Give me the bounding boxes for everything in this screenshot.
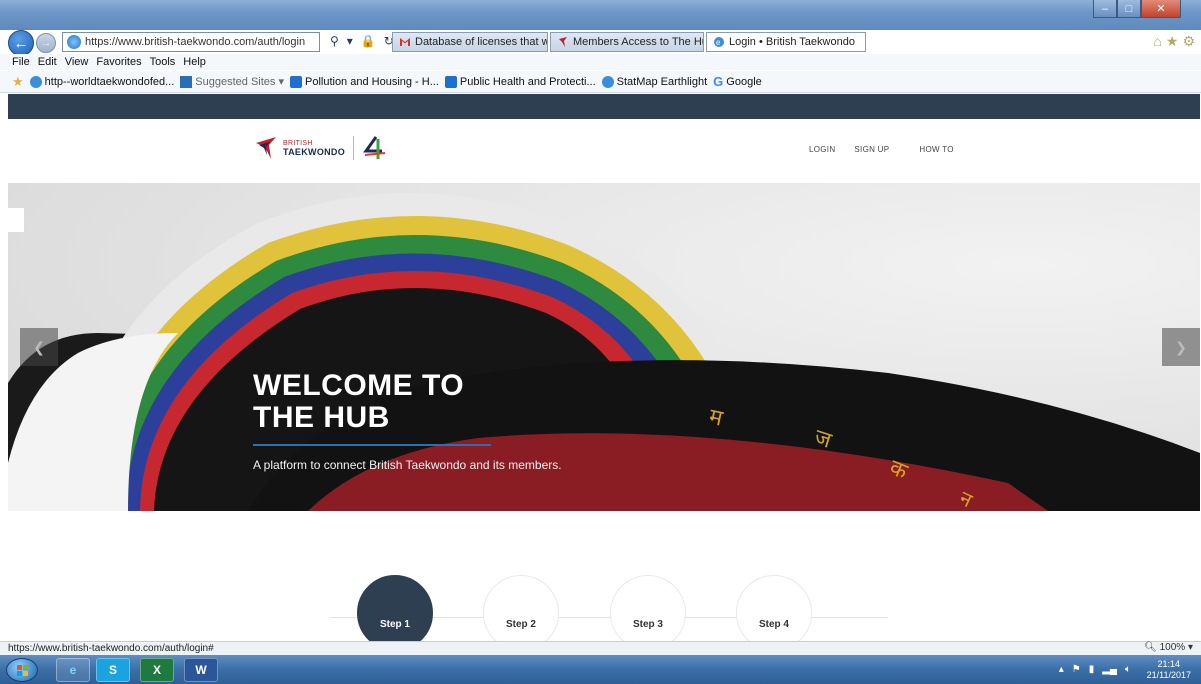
google-icon: G (713, 74, 724, 89)
step-2[interactable]: Step 2 (483, 575, 559, 651)
menu-favorites[interactable]: Favorites (96, 56, 141, 68)
tab-gmail[interactable]: Database of licenses that were... (392, 32, 548, 52)
step-1[interactable]: Step 1 (357, 575, 433, 651)
network-icon[interactable]: ▂▄ (1102, 664, 1117, 675)
chevron-up-icon[interactable]: ▴ (1059, 664, 1064, 675)
tab-login[interactable]: e Login • British Taekwondo × (706, 32, 866, 52)
window-titlebar: – □ ✕ (0, 0, 1201, 30)
taskbar-ie[interactable]: e (56, 658, 90, 682)
sharepoint-icon (289, 75, 302, 88)
forward-button[interactable]: → (36, 33, 56, 53)
start-button[interactable] (6, 658, 38, 682)
flag-icon[interactable]: ⚑ (1072, 664, 1081, 675)
taskbar-clock[interactable]: 21:14 21/11/2017 (1147, 659, 1191, 681)
taskbar-word[interactable]: W (184, 658, 218, 682)
minimize-button[interactable]: – (1093, 0, 1117, 18)
british-taekwondo-icon (559, 37, 567, 47)
favorite-item[interactable]: StatMap Earthlight (601, 75, 707, 88)
hero-subtitle: A platform to connect British Taekwondo … (253, 458, 562, 472)
back-button[interactable]: ← (8, 30, 34, 56)
window-controls: – □ ✕ (1093, 0, 1181, 18)
address-url: https://www.british-taekwondo.com/auth/l… (85, 36, 306, 48)
system-tray: ▴ ⚑ ▮ ▂▄ 🔈︎ (1059, 664, 1131, 675)
favorite-item[interactable]: Suggested Sites ▾ (180, 75, 284, 88)
menu-bar: File Edit View Favorites Tools Help (0, 54, 1201, 70)
search-icon[interactable]: ⚲ (330, 34, 339, 48)
site-header (8, 119, 1200, 183)
ie-icon (67, 35, 81, 49)
ie-icon (601, 75, 614, 88)
menu-tools[interactable]: Tools (150, 56, 176, 68)
sharepoint-icon (444, 75, 457, 88)
step-4[interactable]: Step 4 (736, 575, 812, 651)
word-icon: W (195, 663, 207, 677)
site-logo[interactable]: BRITISH TAEKWONDO (255, 135, 388, 161)
chevron-down-icon[interactable]: ▾ (347, 34, 353, 48)
taskbar-excel[interactable]: X (140, 658, 174, 682)
skype-icon: S (108, 663, 117, 677)
nav-how-to[interactable]: HOW TO (919, 145, 953, 154)
chevron-left-icon: ❮ (33, 338, 45, 355)
zoom-icon: 🔍︎ (1144, 642, 1157, 653)
ie-icon: e (69, 663, 77, 677)
windows-logo-icon (17, 665, 28, 676)
home-icon[interactable]: ⌂ (1153, 33, 1161, 50)
british-taekwondo-logo-icon (256, 137, 276, 159)
suggested-sites-icon (180, 75, 193, 88)
star-icon[interactable]: ★ (1166, 33, 1179, 50)
menu-file[interactable]: File (12, 56, 30, 68)
ie-icon (29, 75, 42, 88)
favorites-star-icon[interactable]: ★ (12, 74, 24, 90)
slider-next-button[interactable]: ❯ (1162, 328, 1200, 366)
favorites-bar: ★ http--worldtaekwondofed... Suggested S… (0, 71, 1201, 93)
maximize-button[interactable]: □ (1117, 0, 1141, 18)
arrow-left-icon: ← (13, 34, 29, 52)
gear-icon[interactable]: ⚙ (1182, 33, 1195, 50)
nav-login[interactable]: LOGIN (809, 145, 835, 154)
favorite-item[interactable]: G Google (713, 74, 762, 89)
menu-view[interactable]: View (65, 56, 89, 68)
site-nav: LOGIN SIGN UP HOW TO (809, 145, 954, 154)
status-bar: https://www.british-taekwondo.com/auth/l… (0, 641, 1201, 655)
window-close-button[interactable]: ✕ (1141, 0, 1181, 18)
volume-icon[interactable]: 🔈︎ (1125, 664, 1131, 675)
address-bar[interactable]: https://www.british-taekwondo.com/auth/l… (62, 32, 320, 52)
lock-icon[interactable]: 🔒 (361, 34, 376, 48)
hero-title: WELCOME TO THE HUB (253, 369, 465, 434)
step-3[interactable]: Step 3 (610, 575, 686, 651)
slider-prev-button[interactable]: ❮ (20, 328, 58, 366)
logo-wordmark: BRITISH TAEKWONDO (283, 140, 346, 157)
menu-help[interactable]: Help (183, 56, 206, 68)
slider-indicator (0, 208, 24, 232)
address-tools: ⚲ ▾ 🔒 ↻ (330, 34, 394, 48)
tab-label: Members Access to The Hub - ... (573, 36, 703, 48)
status-url: https://www.british-taekwondo.com/auth/l… (8, 643, 214, 654)
tab-label: Login • British Taekwondo (729, 36, 855, 48)
svg-text:e: e (716, 38, 721, 47)
site-top-strip (8, 94, 1200, 119)
belts-image: म ज क न (8, 193, 1200, 511)
favorite-item[interactable]: Pollution and Housing - H... (289, 75, 439, 88)
chrome-right-tools: ⌂ ★ ⚙ (1153, 33, 1195, 50)
gmail-icon (400, 38, 410, 46)
nav-sign-up[interactable]: SIGN UP (854, 145, 889, 154)
logo-divider (353, 136, 355, 160)
favorite-item[interactable]: http--worldtaekwondofed... (29, 75, 174, 88)
taskbar (0, 655, 1201, 684)
chevron-right-icon: ❯ (1175, 338, 1187, 355)
hero-banner: म ज क न (8, 183, 1200, 511)
tab-members-access[interactable]: Members Access to The Hub - ... (550, 32, 704, 52)
taskbar-skype[interactable]: S (96, 658, 130, 682)
four-gold-logo-icon (363, 136, 386, 159)
arrow-right-icon: → (40, 37, 52, 49)
battery-icon[interactable]: ▮ (1089, 664, 1095, 675)
hero-divider (253, 444, 491, 446)
tab-label: Database of licenses that were... (415, 36, 547, 48)
favorite-item[interactable]: Public Health and Protecti... (444, 75, 596, 88)
ie-icon: e (714, 37, 724, 47)
zoom-control[interactable]: 🔍︎ 100% ▾ (1144, 642, 1193, 653)
menu-edit[interactable]: Edit (38, 56, 57, 68)
excel-icon: X (152, 663, 161, 677)
